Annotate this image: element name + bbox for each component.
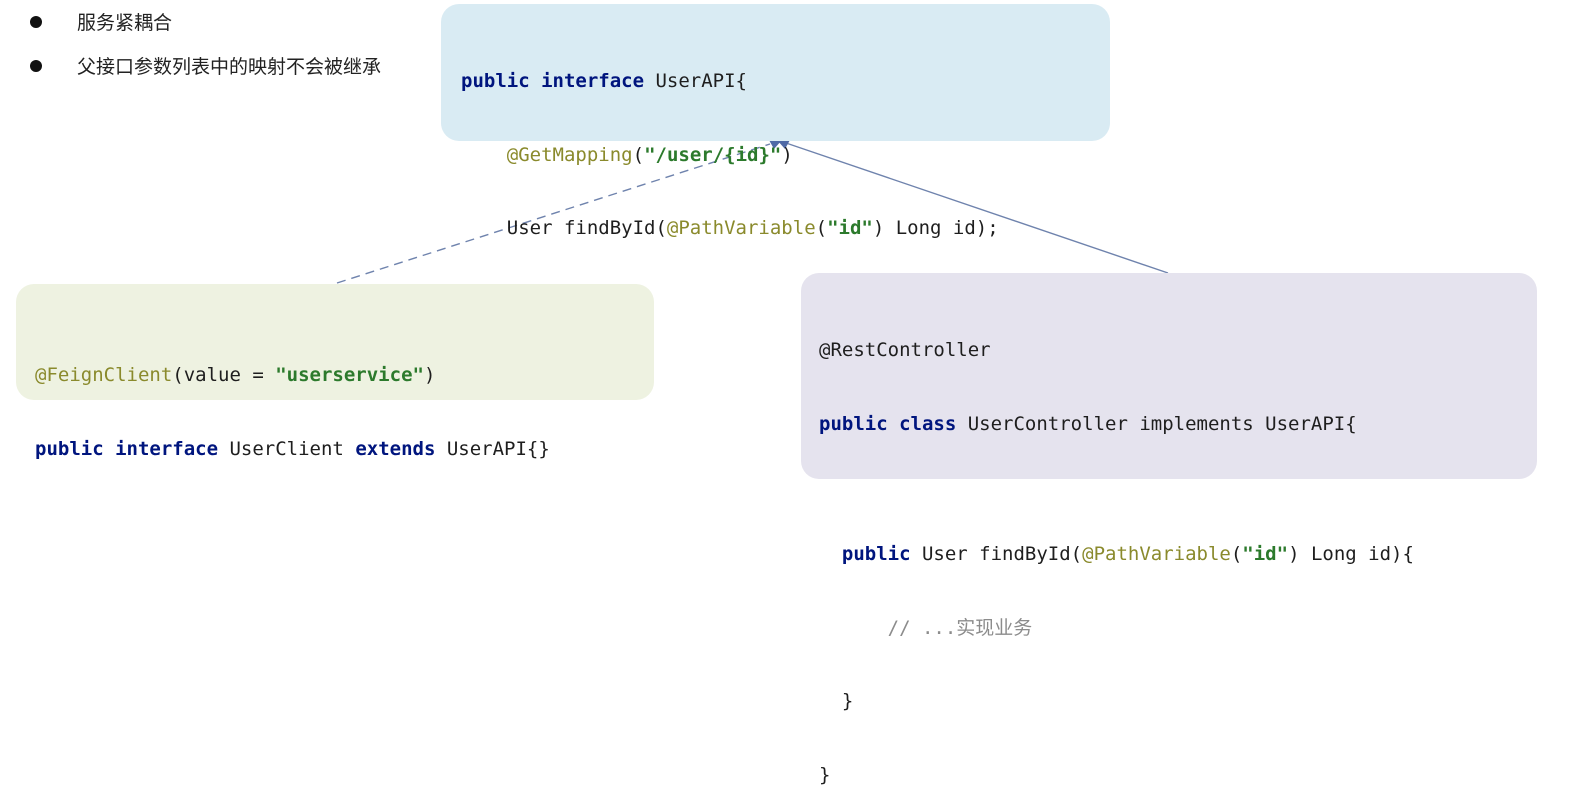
- code-comment: // ...实现业务: [887, 616, 1033, 639]
- code-line: }: [819, 763, 831, 786]
- code-line: public class UserController implements U…: [819, 412, 1357, 435]
- user-controller-box: @RestController public class UserControl…: [801, 273, 1537, 786]
- code-line: User findById(@PathVariable("id") Long i…: [506, 217, 999, 239]
- code-line: public interface UserClient extends User…: [35, 437, 550, 460]
- code-line: @RestController: [819, 339, 991, 361]
- code-line: @FeignClient(value = "userservice"): [35, 364, 436, 386]
- code-line: public User findById(@PathVariable("id")…: [841, 543, 1414, 565]
- feign-client-box: @FeignClient(value = "userservice") publ…: [16, 284, 654, 460]
- code-line: }: [841, 690, 854, 712]
- user-api-interface-box: public interface UserAPI{ @GetMapping("/…: [441, 4, 1110, 313]
- code-line: @GetMapping("/user/{id}"): [506, 143, 793, 166]
- code-line: public interface UserAPI{: [461, 70, 747, 92]
